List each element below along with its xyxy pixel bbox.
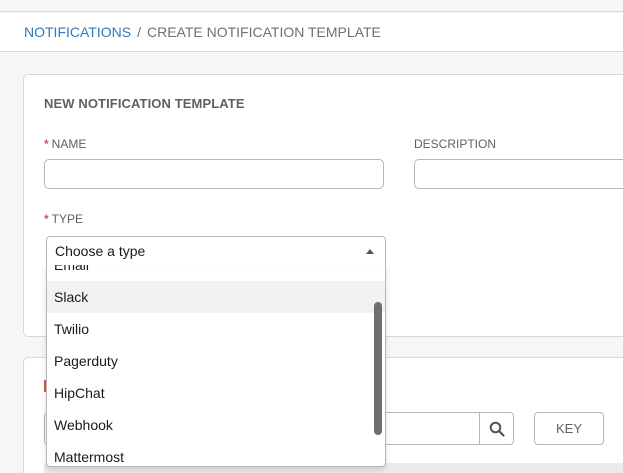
type-select[interactable]: Choose a type [46, 236, 386, 266]
type-label: * TYPE [44, 212, 83, 226]
type-label-text: TYPE [51, 212, 84, 226]
breadcrumb-separator: / [137, 24, 141, 40]
search-button[interactable] [479, 412, 514, 445]
type-option-slack[interactable]: Slack [47, 281, 385, 313]
required-marker: * [44, 137, 49, 151]
key-button[interactable]: KEY [534, 412, 604, 445]
search-icon [489, 421, 505, 437]
dropdown-scrollbar[interactable] [374, 302, 382, 435]
name-label: * NAME [44, 137, 86, 151]
type-option-hipchat[interactable]: HipChat [47, 377, 385, 409]
panel-title: NEW NOTIFICATION TEMPLATE [44, 96, 245, 111]
type-option-pagerduty[interactable]: Pagerduty [47, 345, 385, 377]
top-edge [0, 0, 623, 12]
type-option-email[interactable]: Email [47, 265, 385, 281]
caret-up-icon [366, 249, 374, 254]
breadcrumb-notifications-link[interactable]: NOTIFICATIONS [24, 24, 131, 40]
description-input[interactable] [414, 159, 623, 189]
type-options: Email Slack Twilio Pagerduty HipChat Web… [47, 265, 385, 466]
breadcrumb: NOTIFICATIONS / CREATE NOTIFICATION TEMPLA… [0, 13, 623, 52]
name-label-text: NAME [51, 137, 87, 151]
type-select-value: Choose a type [55, 243, 146, 259]
name-input[interactable] [44, 159, 384, 189]
type-option-twilio[interactable]: Twilio [47, 313, 385, 345]
type-option-webhook[interactable]: Webhook [47, 409, 385, 441]
required-marker: * [44, 212, 49, 226]
type-option-mattermost[interactable]: Mattermost [47, 441, 385, 466]
breadcrumb-current: CREATE NOTIFICATION TEMPLATE [146, 24, 381, 40]
description-label: DESCRIPTION [414, 137, 497, 151]
type-dropdown-list[interactable]: Email Slack Twilio Pagerduty HipChat Web… [46, 265, 386, 467]
